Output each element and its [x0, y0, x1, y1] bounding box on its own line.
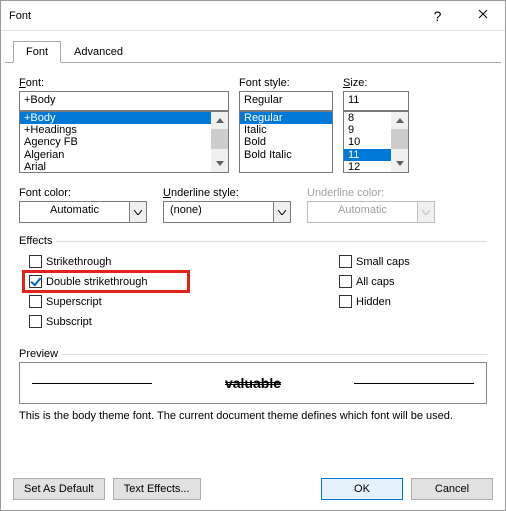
tab-font[interactable]: Font — [13, 41, 61, 63]
list-item[interactable]: 8 — [344, 112, 391, 124]
checkbox-icon — [29, 295, 42, 308]
font-color-value: Automatic — [19, 201, 129, 223]
list-item[interactable]: 9 — [344, 124, 391, 136]
font-style-input[interactable]: Regular — [239, 91, 333, 111]
scroll-up-icon[interactable] — [211, 112, 228, 129]
list-item[interactable]: Agency FB — [20, 136, 211, 148]
checkbox-icon — [29, 315, 42, 328]
scroll-up-icon[interactable] — [391, 112, 408, 129]
checkbox-label: Strikethrough — [46, 256, 111, 268]
small-caps-checkbox[interactable]: Small caps — [329, 253, 410, 270]
preview-group-header: Preview — [19, 348, 487, 360]
checkbox-icon — [29, 255, 42, 268]
list-item[interactable]: Regular — [240, 112, 332, 124]
window-title: Font — [1, 10, 415, 22]
chevron-down-icon[interactable] — [129, 201, 147, 223]
close-icon — [478, 9, 488, 22]
preview-text: valuable — [225, 375, 281, 391]
list-item[interactable]: 12 — [344, 161, 391, 173]
font-style-label: Font style: — [239, 77, 333, 89]
checkbox-label: Double strikethrough — [46, 276, 148, 288]
font-color-combo[interactable]: Automatic — [19, 201, 147, 223]
underline-color-label: Underline color: — [307, 187, 435, 199]
button-bar: Set As Default Text Effects... OK Cancel — [1, 468, 505, 510]
list-item[interactable]: Italic — [240, 124, 332, 136]
hidden-checkbox[interactable]: Hidden — [329, 293, 410, 310]
scrollbar[interactable] — [211, 112, 228, 172]
font-input[interactable]: +Body — [19, 91, 229, 111]
checkbox-icon — [339, 255, 352, 268]
scroll-thumb[interactable] — [391, 129, 408, 149]
underline-style-label: Underline style: — [163, 187, 291, 199]
font-label: Font: — [19, 77, 229, 89]
list-item[interactable]: 11 — [344, 149, 391, 161]
ok-button[interactable]: OK — [321, 478, 403, 500]
strikethrough-checkbox[interactable]: Strikethrough — [19, 253, 329, 270]
font-color-label: Font color: — [19, 187, 147, 199]
help-button[interactable]: ? — [415, 1, 460, 31]
scroll-down-icon[interactable] — [391, 155, 408, 172]
dialog-content: Font: +Body +Body +Headings Agency FB Al… — [1, 63, 505, 468]
font-listbox[interactable]: +Body +Headings Agency FB Algerian Arial — [19, 111, 229, 173]
size-listbox[interactable]: 8 9 10 11 12 — [343, 111, 409, 173]
underline-style-combo[interactable]: (none) — [163, 201, 291, 223]
close-button[interactable] — [460, 1, 505, 31]
underline-color-value: Automatic — [307, 201, 417, 223]
all-caps-checkbox[interactable]: All caps — [329, 273, 410, 290]
list-item[interactable]: Bold — [240, 136, 332, 148]
list-item[interactable]: Algerian — [20, 149, 211, 161]
effects-group-header: Effects — [19, 235, 487, 247]
list-item[interactable]: Arial — [20, 161, 211, 173]
text-effects-button[interactable]: Text Effects... — [113, 478, 201, 500]
checkbox-label: Subscript — [46, 316, 92, 328]
subscript-checkbox[interactable]: Subscript — [19, 313, 329, 330]
set-default-button[interactable]: Set As Default — [13, 478, 105, 500]
help-icon: ? — [434, 8, 442, 24]
scroll-down-icon[interactable] — [211, 155, 228, 172]
font-style-listbox[interactable]: Regular Italic Bold Bold Italic — [239, 111, 333, 173]
list-item[interactable]: +Body — [20, 112, 211, 124]
scrollbar[interactable] — [391, 112, 408, 172]
underline-style-value: (none) — [163, 201, 273, 223]
hint-text: This is the body theme font. The current… — [19, 410, 487, 422]
font-dialog: Font ? Font Advanced Font: +Body +Body +… — [0, 0, 506, 511]
double-strikethrough-checkbox[interactable]: Double strikethrough — [19, 273, 329, 290]
cancel-button[interactable]: Cancel — [411, 478, 493, 500]
checkbox-icon — [339, 295, 352, 308]
preview-box: valuable — [19, 362, 487, 404]
list-item[interactable]: +Headings — [20, 124, 211, 136]
chevron-down-icon — [417, 201, 435, 223]
chevron-down-icon[interactable] — [273, 201, 291, 223]
checkbox-label: Small caps — [356, 256, 410, 268]
checkbox-icon — [339, 275, 352, 288]
checkbox-icon — [29, 275, 42, 288]
tabstrip: Font Advanced — [1, 31, 505, 63]
checkbox-label: All caps — [356, 276, 395, 288]
checkbox-label: Hidden — [356, 296, 391, 308]
titlebar: Font ? — [1, 1, 505, 31]
scroll-thumb[interactable] — [211, 129, 228, 149]
superscript-checkbox[interactable]: Superscript — [19, 293, 329, 310]
list-item[interactable]: 10 — [344, 136, 391, 148]
checkbox-label: Superscript — [46, 296, 102, 308]
underline-color-combo: Automatic — [307, 201, 435, 223]
size-label: Size: — [343, 77, 409, 89]
tab-advanced[interactable]: Advanced — [61, 41, 136, 63]
size-input[interactable]: 11 — [343, 91, 409, 111]
list-item[interactable]: Bold Italic — [240, 149, 332, 161]
